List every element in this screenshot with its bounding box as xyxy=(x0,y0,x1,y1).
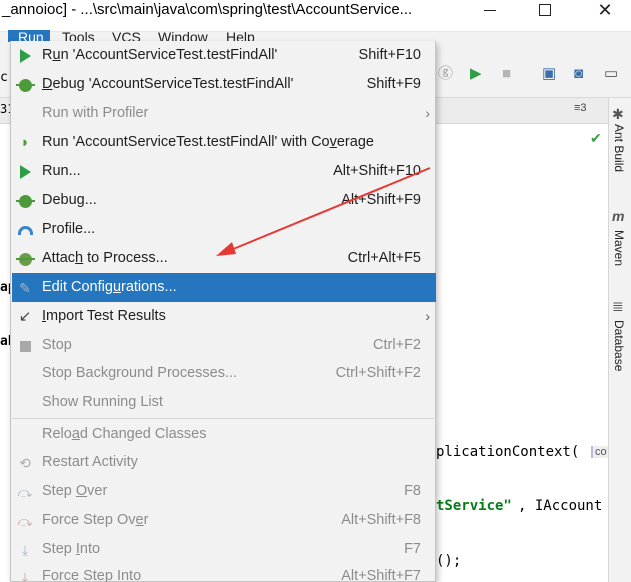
menu-item-restart-activity: ⟲ Restart Activity xyxy=(12,448,436,477)
profiler-gauge-icon xyxy=(16,221,34,239)
menu-item-edit-configurations[interactable]: ✎ Edit Configurations... xyxy=(12,273,436,302)
title-bar: _annoioc] - ...\src\main\java\com\spring… xyxy=(0,0,631,32)
shortcut: Ctrl+F2 xyxy=(373,337,421,353)
code-line: , IAccount xyxy=(518,498,603,514)
shortcut: Alt+Shift+F9 xyxy=(341,192,421,208)
menu-item-force-step-over: ⤼ Force Step Over Alt+Shift+F8 xyxy=(12,506,436,535)
gutter-fragment: c xyxy=(0,70,8,85)
shortcut: Alt+Shift+F7 xyxy=(341,568,421,582)
menu-item-stop-background-processes: Stop Background Processes... Ctrl+Shift+… xyxy=(12,359,436,388)
menu-item-run-with-coverage[interactable]: ◗ Run 'AccountServiceTest.testFindAll' w… xyxy=(12,128,436,157)
submenu-arrow-icon: › xyxy=(425,308,430,324)
stop-icon xyxy=(16,337,34,355)
minimize-button[interactable] xyxy=(470,0,510,20)
shortcut: Alt+Shift+F8 xyxy=(341,512,421,528)
menu-item-import-test-results[interactable]: ↙ Import Test Results › xyxy=(12,302,436,331)
menu-separator xyxy=(12,418,436,419)
menu-item-step-into: ⤓ Step Into F7 xyxy=(12,535,436,564)
step-into-icon: ⤓ xyxy=(21,542,29,558)
database-icon: ≣ xyxy=(612,298,624,314)
debug-bug-icon xyxy=(15,192,35,210)
layout-icon[interactable]: ▭ xyxy=(604,66,618,82)
shortcut: F8 xyxy=(404,483,421,499)
attach-bug-icon xyxy=(15,250,35,268)
run-icon xyxy=(16,163,34,181)
tab-list-icon[interactable]: ≡3 xyxy=(574,102,587,114)
menu-item-attach-to-process[interactable]: Attach to Process... Ctrl+Alt+F5 xyxy=(12,244,436,273)
minimize-icon xyxy=(484,9,496,11)
close-button[interactable]: ✕ xyxy=(585,0,625,20)
shortcut: Ctrl+Alt+F5 xyxy=(347,250,421,266)
attach-debugger-icon[interactable]: ⓖ xyxy=(438,66,453,82)
tool-maven[interactable]: Maven xyxy=(612,230,626,266)
submenu-arrow-icon: › xyxy=(425,105,430,121)
force-step-over-icon: ⤼ xyxy=(17,513,33,529)
menu-item-run-with-profiler: Run with Profiler › xyxy=(12,99,436,128)
stop-icon[interactable]: ■ xyxy=(502,66,511,82)
run-menu: Run 'AccountServiceTest.testFindAll' Shi… xyxy=(10,41,436,582)
shortcut: Shift+F10 xyxy=(358,47,421,63)
project-structure-icon[interactable]: ▣ xyxy=(542,66,556,82)
restart-icon: ⟲ xyxy=(19,455,31,471)
import-arrow-icon: ↙ xyxy=(18,308,32,325)
ant-icon: ✱ xyxy=(612,106,624,122)
maven-icon: m xyxy=(612,208,625,224)
check-icon: ✔ xyxy=(590,130,602,146)
run-coverage-icon[interactable]: ▶ xyxy=(470,66,482,82)
code-line: plicationContext( xyxy=(436,444,580,460)
window-title: _annoioc] - ...\src\main\java\com\spring… xyxy=(2,1,413,18)
menu-item-step-over: ⤼ Step Over F8 xyxy=(12,477,436,506)
menu-item-stop: Stop Ctrl+F2 xyxy=(12,331,436,360)
menu-item-force-step-into: ⤓ Force Step Into Alt+Shift+F7 xyxy=(12,562,436,582)
code-line: (); xyxy=(436,553,462,569)
close-icon: ✕ xyxy=(597,0,613,20)
step-over-icon: ⤼ xyxy=(17,484,33,500)
maximize-button[interactable] xyxy=(525,0,565,20)
code-string: tService" xyxy=(436,498,512,514)
menu-item-run-config[interactable]: Run 'AccountServiceTest.testFindAll' Shi… xyxy=(12,41,436,70)
edit-pencil-icon: ✎ xyxy=(19,280,31,296)
force-step-into-icon: ⤓ xyxy=(21,569,29,582)
menu-item-debug-config[interactable]: Debug 'AccountServiceTest.testFindAll' S… xyxy=(12,70,436,99)
menu-item-reload-changed-classes: Reload Changed Classes xyxy=(42,426,207,442)
menu-item-profile[interactable]: Profile... xyxy=(12,215,436,244)
maximize-icon xyxy=(539,4,551,16)
shortcut: Alt+Shift+F10 xyxy=(333,163,421,179)
debug-bug-icon xyxy=(15,76,35,94)
coverage-shield-icon: ◗ xyxy=(20,134,30,151)
shortcut: Shift+F9 xyxy=(366,76,421,92)
shortcut: Ctrl+Shift+F2 xyxy=(335,365,421,381)
menu-item-run-dialog[interactable]: Run... Alt+Shift+F10 xyxy=(12,157,436,186)
sdk-manager-icon[interactable]: ◙ xyxy=(574,66,583,82)
tool-database[interactable]: Database xyxy=(612,320,626,371)
menu-item-show-running-list: Show Running List xyxy=(42,394,163,410)
shortcut: F7 xyxy=(404,541,421,557)
parameter-hint: co xyxy=(591,446,609,458)
menu-item-debug-dialog[interactable]: Debug... Alt+Shift+F9 xyxy=(12,186,436,215)
run-icon xyxy=(16,47,34,65)
tool-ant-build[interactable]: Ant Build xyxy=(612,124,626,172)
